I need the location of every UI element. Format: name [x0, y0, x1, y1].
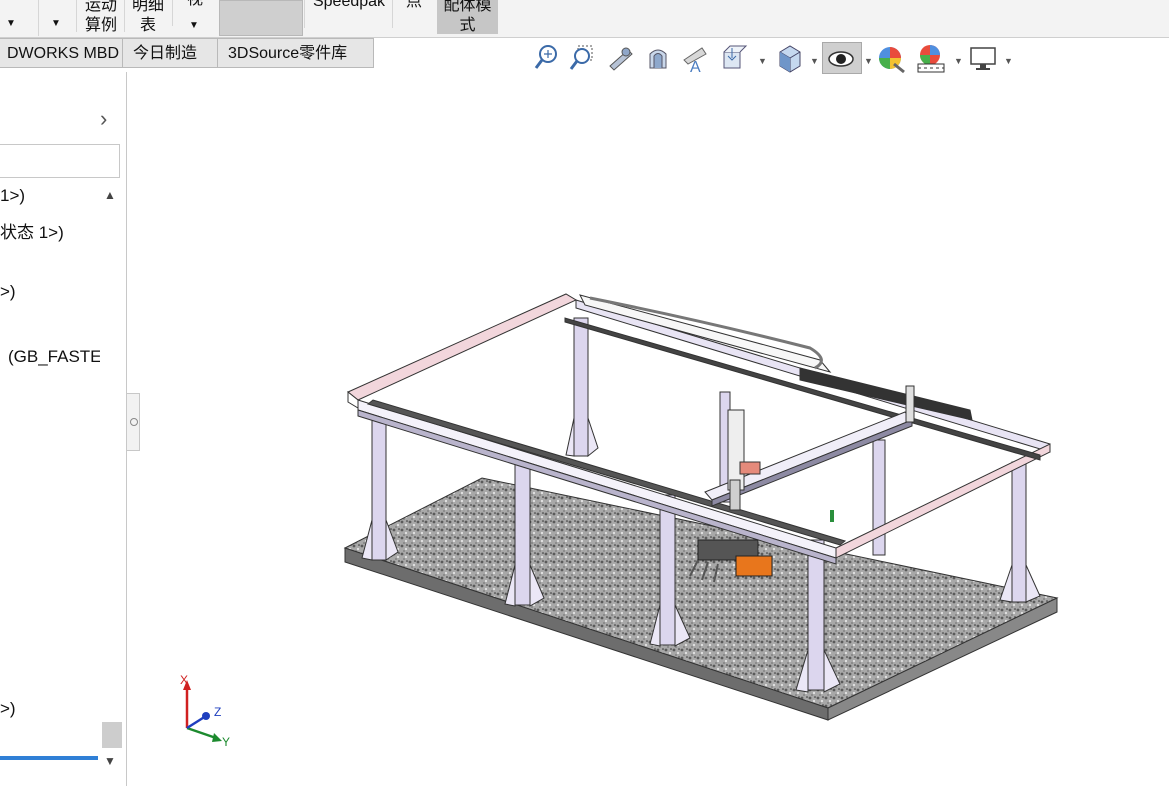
graphics-viewport[interactable]: X Z Y — [140, 76, 1169, 786]
scroll-up-icon[interactable]: ▲ — [104, 188, 116, 202]
tree-item[interactable]: 状态 1>) — [0, 218, 64, 243]
ribbon-dropdown-2[interactable]: ▼ — [38, 0, 75, 36]
ribbon-label: 式 — [459, 17, 476, 34]
zoom-to-fit-icon[interactable] — [532, 42, 562, 74]
view-settings-icon[interactable] — [968, 42, 998, 74]
previous-view-icon[interactable] — [606, 42, 636, 74]
ribbon-blank-button[interactable] — [219, 0, 303, 36]
ribbon-label: 运动 — [84, 0, 117, 14]
point-button[interactable]: 点 — [392, 0, 435, 28]
motion-study-button[interactable]: 运动 算例 — [76, 0, 125, 34]
view-orientation-icon[interactable] — [718, 42, 748, 74]
section-view-icon[interactable] — [644, 42, 674, 74]
triad-z-label: Z — [214, 705, 221, 719]
chevron-down-icon[interactable]: ▼ — [954, 56, 963, 66]
view-button[interactable]: 视 ▼ — [172, 0, 217, 31]
chevron-down-icon: ▼ — [189, 20, 199, 31]
zoom-to-area-icon[interactable] — [568, 42, 598, 74]
ribbon-label: 表 — [139, 17, 156, 34]
chevron-down-icon: ▼ — [51, 18, 61, 29]
triad-x-label: X — [180, 673, 188, 687]
tab-mbd[interactable]: DWORKS MBD — [0, 38, 123, 68]
svg-text:A: A — [690, 59, 701, 74]
chevron-down-icon[interactable]: ▼ — [758, 56, 767, 66]
grip-icon — [130, 418, 138, 426]
panel-header: › — [0, 104, 126, 136]
display-style-icon[interactable] — [774, 42, 804, 74]
ribbon-dropdown-1[interactable]: ▼ — [0, 0, 24, 36]
scroll-down-icon[interactable]: ▼ — [104, 754, 116, 768]
tab-today-manufacturing[interactable]: 今日制造 — [122, 38, 218, 68]
assembly-mode-button[interactable]: 配体模 式 — [437, 0, 498, 34]
ribbon-label: 算例 — [84, 17, 117, 34]
tree-item[interactable]: >) — [0, 282, 16, 302]
ribbon-label: 点 — [405, 0, 422, 10]
filter-input[interactable] — [0, 144, 120, 178]
hide-show-items-icon[interactable] — [822, 42, 862, 74]
chevron-down-icon: ▼ — [6, 18, 16, 29]
assembly-model: X Z Y — [180, 293, 1059, 749]
apply-scene-icon[interactable] — [916, 42, 946, 74]
tree-item[interactable]: >) — [0, 699, 16, 719]
scroll-thumb[interactable] — [102, 722, 122, 748]
bom-button[interactable]: 明细 表 — [124, 0, 171, 34]
tree-item[interactable]: (GB_FASTE — [8, 347, 102, 367]
edit-appearance-icon[interactable] — [876, 42, 906, 74]
chevron-right-icon[interactable]: › — [100, 106, 107, 132]
coordinate-triad: X Z Y — [180, 673, 230, 749]
vertical-scrollbar[interactable] — [100, 184, 124, 774]
chevron-down-icon[interactable]: ▼ — [810, 56, 819, 66]
speedpak-button[interactable]: Speedpak — [304, 0, 393, 28]
feature-manager-panel: › 1>) 状态 1>) >) (GB_FASTE >) ▲ ▼ — [0, 72, 127, 786]
tree-item[interactable]: 1>) — [0, 186, 25, 206]
chevron-down-icon[interactable]: ▼ — [864, 56, 873, 66]
dynamic-annotation-icon[interactable]: A — [680, 42, 710, 76]
ribbon-label: 配体模 — [443, 0, 492, 14]
ribbon-label: 视 — [173, 0, 217, 10]
tab-3dsource[interactable]: 3DSource零件库 — [217, 38, 374, 68]
ribbon-label: Speedpak — [312, 0, 386, 10]
ribbon-label: 明细 — [131, 0, 164, 14]
z-axis-column — [727, 409, 761, 511]
panel-collapse-handle[interactable] — [126, 393, 140, 451]
chevron-down-icon[interactable]: ▼ — [1004, 56, 1013, 66]
triad-y-label: Y — [222, 735, 230, 749]
horizontal-scroll-indicator[interactable] — [0, 756, 98, 760]
command-manager-ribbon: ▼ ▼ 运动 算例 明细 表 视 ▼ Speedpak 点 配体模 式 — [0, 0, 1169, 38]
